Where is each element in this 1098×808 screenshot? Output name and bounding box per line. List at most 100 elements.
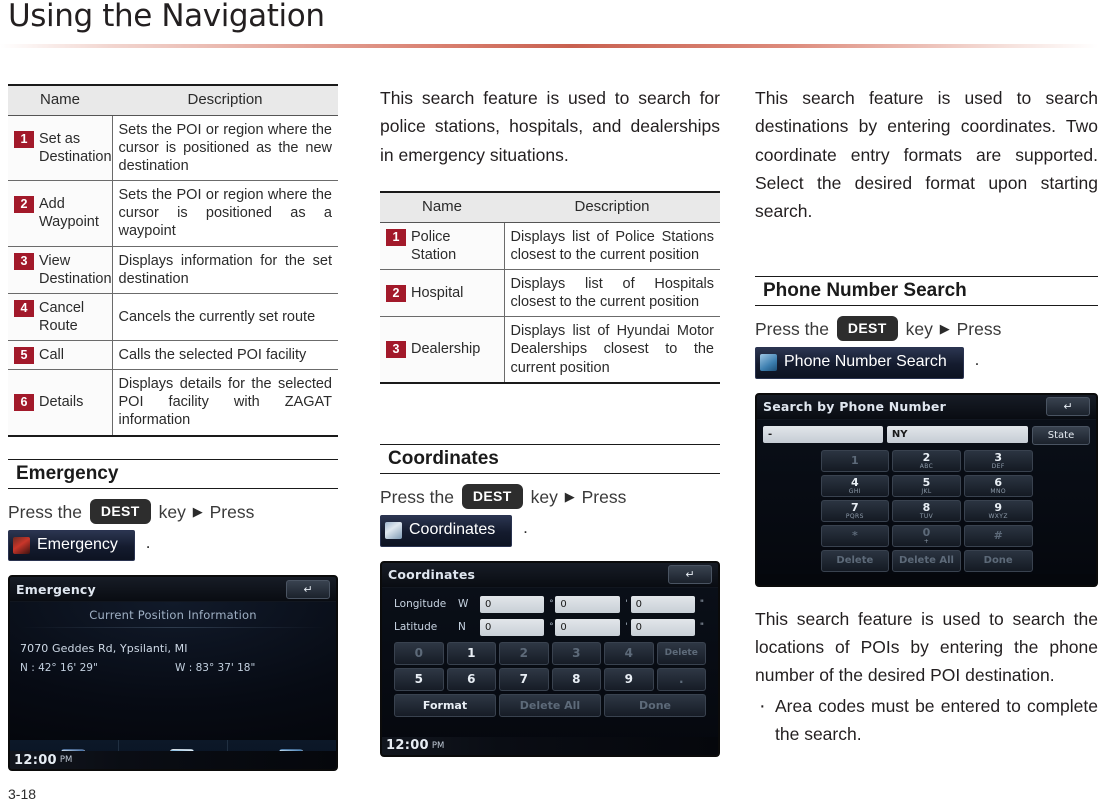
key-4[interactable]: 4 xyxy=(604,641,654,665)
cell-name: 1 Police Station xyxy=(380,222,505,271)
key-asterisk[interactable]: * xyxy=(820,524,890,547)
back-arrow-icon[interactable]: ↵ xyxy=(286,579,330,599)
cell-name: 6 Details xyxy=(8,369,113,437)
coordinates-screenshot: Coordinates ↵ Longitude W 0 ° 0 ' 0 " La… xyxy=(380,560,720,757)
latitude-degrees-input[interactable]: 0 xyxy=(480,618,545,636)
phone-screen-body: - NY State 1 2 ABC 3 DEF 4 GHI 5 JKL 6 M… xyxy=(757,419,1096,574)
header-name: Name xyxy=(8,83,112,116)
back-arrow-icon[interactable]: ↵ xyxy=(668,565,712,585)
longitude-seconds-input[interactable]: 0 xyxy=(630,595,695,613)
badge-number: 5 xyxy=(14,347,34,364)
key-7[interactable]: 7 xyxy=(499,667,549,691)
key-6[interactable]: 6 xyxy=(446,667,496,691)
key-digit: 5 xyxy=(922,475,931,489)
latitude-seconds-input[interactable]: 0 xyxy=(630,618,695,636)
screen-title: Search by Phone Number xyxy=(763,399,946,415)
key-letters: WXYZ xyxy=(988,512,1008,520)
option-label: Call xyxy=(39,347,64,363)
phone-search-button-chip[interactable]: Phone Number Search xyxy=(755,346,964,379)
done-button[interactable]: Done xyxy=(604,693,706,717)
degree-unit: ° xyxy=(549,622,554,633)
phone-search-screenshot: Search by Phone Number ↵ - NY State 1 2 … xyxy=(755,392,1098,587)
emergency-intro-text: This search feature is used to search fo… xyxy=(380,88,720,165)
key-1[interactable]: 1 xyxy=(446,641,496,665)
badge-number: 1 xyxy=(14,130,34,148)
key-digit: 6 xyxy=(994,475,1002,489)
phone-input-row: - NY State xyxy=(763,425,1090,445)
period: . xyxy=(974,350,980,370)
emergency-button-chip[interactable]: Emergency xyxy=(8,529,135,562)
keypad-row: * 0 + # xyxy=(820,524,1033,547)
dest-key-chip[interactable]: DEST xyxy=(461,483,523,510)
longitude-minutes-input[interactable]: 0 xyxy=(555,595,620,613)
key-digit: # xyxy=(993,528,1003,542)
badge-number: 4 xyxy=(14,299,34,317)
keypad-action-row: Format Delete All Done xyxy=(394,693,706,717)
emergency-button-label: Emergency xyxy=(37,535,118,553)
key-digit: 2 xyxy=(922,450,931,464)
keypad-row: 0 1 2 3 4 Delete xyxy=(394,641,706,665)
key-2[interactable]: 2 xyxy=(499,641,549,665)
phone-search-icon xyxy=(760,353,777,371)
state-button[interactable]: State xyxy=(1032,425,1090,445)
emergency-screenshot: Emergency ↵ Current Position Information… xyxy=(8,575,338,772)
longitude-direction: W xyxy=(458,598,469,611)
longitude-row: Longitude W 0 ° 0 ' 0 " xyxy=(394,595,706,613)
key-2[interactable]: 2 ABC xyxy=(892,449,961,472)
table-row: 4 Cancel Route Cancels the currently set… xyxy=(8,293,338,342)
key-6[interactable]: 6 MNO xyxy=(963,474,1033,497)
phone-number-input[interactable]: - xyxy=(763,425,883,443)
key-letters: ABC xyxy=(919,462,934,470)
dest-key-chip[interactable]: DEST xyxy=(836,315,898,342)
delete-button[interactable]: Delete xyxy=(820,549,890,572)
coordinates-button-chip[interactable]: Coordinates xyxy=(380,514,513,547)
screen-title: Emergency xyxy=(16,581,96,597)
badge-number: 6 xyxy=(14,394,34,412)
key-hash[interactable]: # xyxy=(963,524,1033,547)
option-label: Hospital xyxy=(411,285,464,302)
cell-name: 1 Set as Destination xyxy=(8,115,113,182)
list-item: Area codes must be entered to complete t… xyxy=(755,690,1098,748)
column-left: Name Description 1 Set as Destination Se… xyxy=(8,83,338,772)
key-digit: 0 xyxy=(922,525,931,539)
cell-name: 2 Hospital xyxy=(380,269,505,318)
key-7[interactable]: 7 PQRS xyxy=(820,499,890,522)
done-button[interactable]: Done xyxy=(963,549,1033,572)
key-8[interactable]: 8 TUV xyxy=(892,499,961,522)
key-1[interactable]: 1 xyxy=(820,449,890,472)
key-4[interactable]: 4 GHI xyxy=(820,474,890,497)
key-5[interactable]: 5 JKL xyxy=(892,474,961,497)
screen-titlebar: Coordinates ↵ xyxy=(382,562,718,588)
key-3[interactable]: 3 xyxy=(551,641,601,665)
key-letters: GHI xyxy=(848,487,861,495)
key-3[interactable]: 3 DEF xyxy=(963,449,1033,472)
minute-unit: ' xyxy=(625,622,628,633)
delete-all-button[interactable]: Delete All xyxy=(499,693,601,717)
dest-key-chip[interactable]: DEST xyxy=(89,498,151,525)
delete-all-button[interactable]: Delete All xyxy=(892,549,961,572)
status-bar: 12:00 PM xyxy=(10,751,336,770)
latitude-minutes-input[interactable]: 0 xyxy=(555,618,620,636)
header-description: Description xyxy=(112,83,338,116)
key-5[interactable]: 5 xyxy=(394,667,444,691)
back-arrow-icon[interactable]: ↵ xyxy=(1046,397,1090,417)
key-digit: 1 xyxy=(851,453,859,467)
longitude-degrees-input[interactable]: 0 xyxy=(480,595,545,613)
key-0[interactable]: 0 xyxy=(394,641,444,665)
badge-number: 2 xyxy=(386,285,406,303)
current-position-caption: Current Position Information xyxy=(89,608,257,623)
key-9[interactable]: 9 WXYZ xyxy=(963,499,1033,522)
title-divider xyxy=(0,44,1098,48)
second-unit: " xyxy=(699,599,705,610)
coordinates-icon xyxy=(385,521,402,539)
badge-number: 2 xyxy=(14,196,34,214)
key-9[interactable]: 9 xyxy=(604,667,654,691)
key-0[interactable]: 0 + xyxy=(892,524,961,547)
key-period[interactable]: . xyxy=(656,667,706,691)
format-button[interactable]: Format xyxy=(394,693,496,717)
phone-search-button-label: Phone Number Search xyxy=(784,352,947,370)
delete-key[interactable]: Delete xyxy=(656,641,706,665)
key-8[interactable]: 8 xyxy=(551,667,601,691)
state-input[interactable]: NY xyxy=(886,425,1028,443)
cell-description: Sets the POI or region where the cursor … xyxy=(112,180,338,247)
